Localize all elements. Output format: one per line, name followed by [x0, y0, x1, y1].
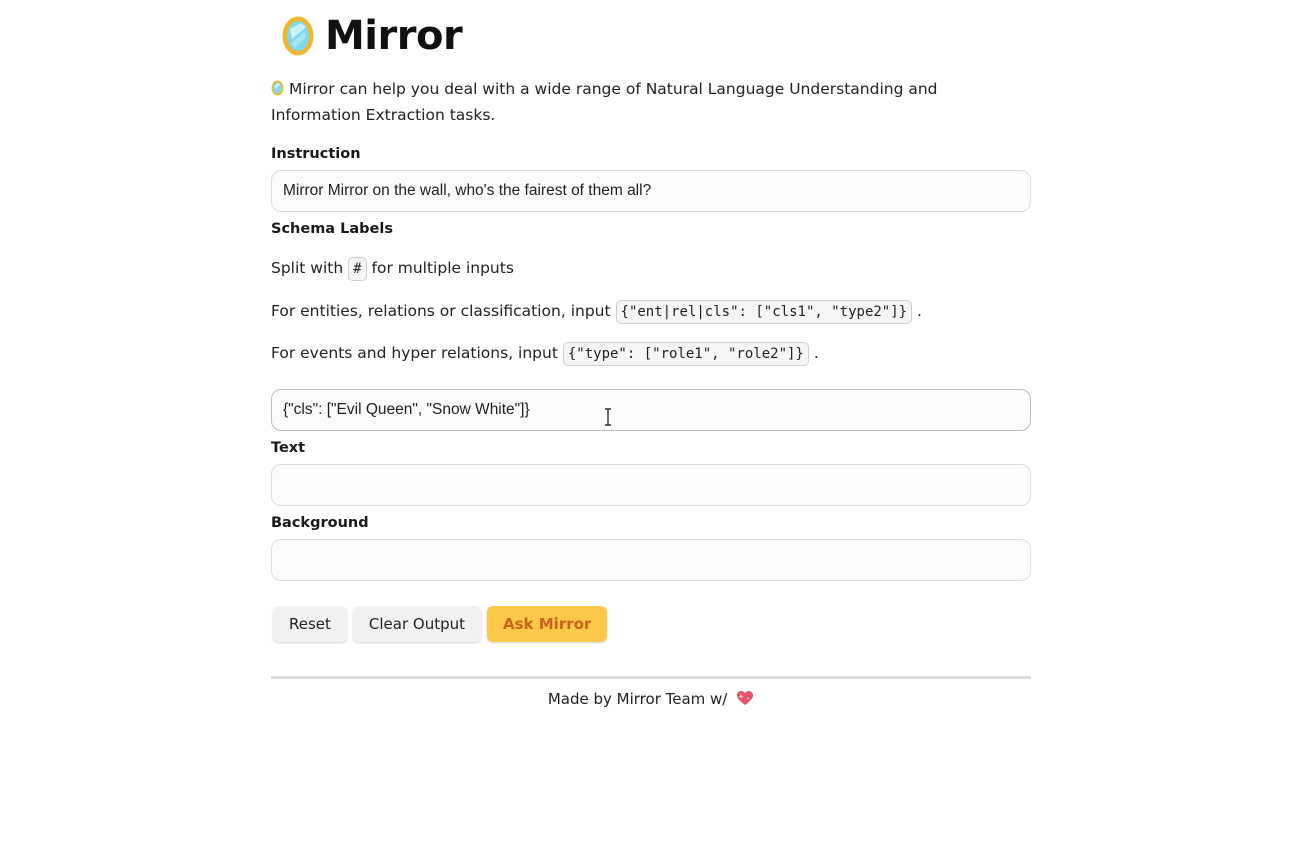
clear-output-button[interactable]: Clear Output: [352, 606, 482, 642]
instruction-input[interactable]: [271, 170, 1031, 212]
intro-text: Mirror can help you deal with a wide ran…: [271, 76, 1011, 128]
schema-help-event-suffix: .: [813, 344, 819, 362]
app-header: Mirror: [281, 12, 463, 60]
footer-text: Made by Mirror Team w/: [547, 690, 728, 708]
schema-help-ent-code: {"ent|rel|cls": ["cls1", "type2"]}: [615, 300, 913, 324]
intro-description: Mirror can help you deal with a wide ran…: [271, 80, 938, 124]
text-cursor-icon: [605, 408, 611, 426]
schema-help-ent-suffix: .: [917, 302, 922, 320]
footer: Made by Mirror Team w/: [271, 688, 1031, 710]
ask-mirror-button[interactable]: Ask Mirror: [487, 606, 608, 642]
footer-divider: [271, 676, 1031, 679]
background-label: Background: [271, 515, 369, 531]
schema-help-ent-prefix: For entities, relations or classificatio…: [271, 302, 611, 320]
background-input[interactable]: [271, 539, 1031, 581]
schema-help-event-prefix: For events and hyper relations, input: [271, 344, 558, 362]
schema-help-event-code: {"type": ["role1", "role2"]}: [562, 342, 809, 366]
instruction-label: Instruction: [271, 146, 361, 162]
mirror-logo-icon: [282, 16, 314, 56]
sparkling-heart-icon: [737, 691, 754, 705]
schema-help-events: For events and hyper relations, input {"…: [271, 340, 819, 366]
schema-labels-label: Schema Labels: [271, 221, 393, 237]
schema-labels-input[interactable]: [271, 389, 1031, 431]
schema-help-split-suffix: for multiple inputs: [371, 259, 514, 277]
schema-help-split: Split with # for multiple inputs: [271, 255, 514, 281]
page: Mirror Mirror can help you deal with a w…: [0, 0, 1298, 857]
schema-help-split-prefix: Split with: [271, 259, 344, 277]
text-label: Text: [271, 440, 306, 456]
reset-button[interactable]: Reset: [273, 606, 347, 642]
app-title: Mirror: [325, 13, 463, 59]
mirror-mini-icon: [271, 80, 284, 96]
text-input[interactable]: [271, 464, 1031, 506]
action-buttons: Reset Clear Output Ask Mirror: [273, 606, 608, 642]
schema-help-split-code: #: [348, 257, 367, 281]
schema-help-entities: For entities, relations or classificatio…: [271, 298, 922, 324]
